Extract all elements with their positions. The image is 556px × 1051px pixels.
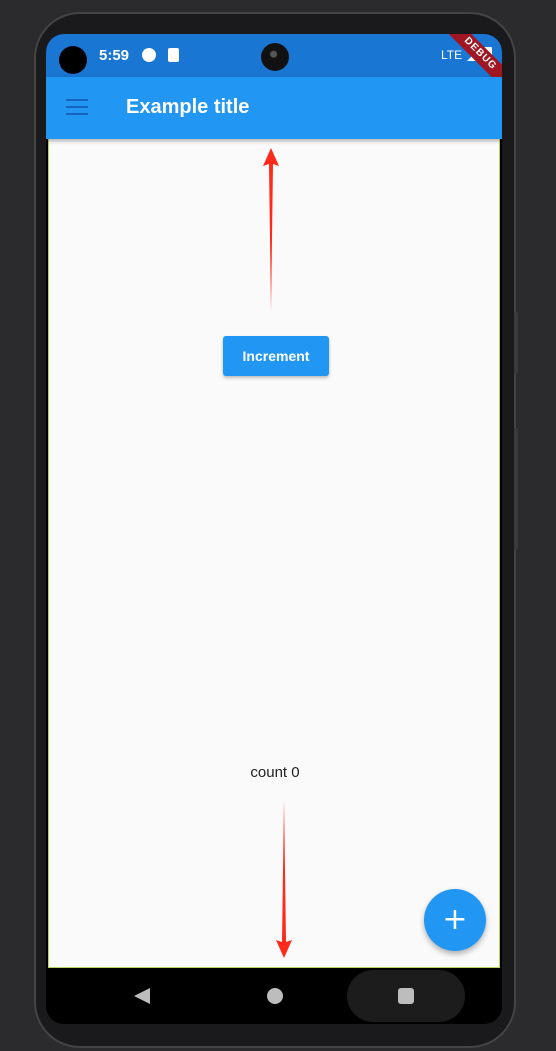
menu-icon[interactable] (66, 99, 88, 117)
back-icon[interactable] (134, 988, 150, 1004)
add-fab-button[interactable]: + (424, 889, 486, 951)
phone-side-button (514, 428, 518, 550)
status-time: 5:59 (99, 47, 130, 64)
home-icon[interactable] (267, 988, 283, 1004)
count-label: count 0 (250, 764, 300, 781)
front-camera (261, 43, 289, 71)
network-type: LTE (441, 48, 463, 62)
increment-button[interactable]: Increment (223, 336, 329, 376)
phone-side-button (514, 312, 518, 374)
page-title: Example title (126, 96, 250, 118)
system-nav-bar (46, 968, 502, 1024)
device-screen: 5:59 LTE DEBUG Example title Increment c… (46, 34, 502, 1024)
app-notification-icon (142, 48, 156, 62)
recents-icon[interactable] (398, 988, 414, 1004)
app-bar: Example title (46, 77, 502, 139)
status-bar: 5:59 LTE DEBUG (46, 34, 502, 94)
sd-card-icon (168, 48, 179, 62)
camera-cutout (59, 46, 87, 74)
main-content: Increment count 0 + (48, 139, 500, 968)
